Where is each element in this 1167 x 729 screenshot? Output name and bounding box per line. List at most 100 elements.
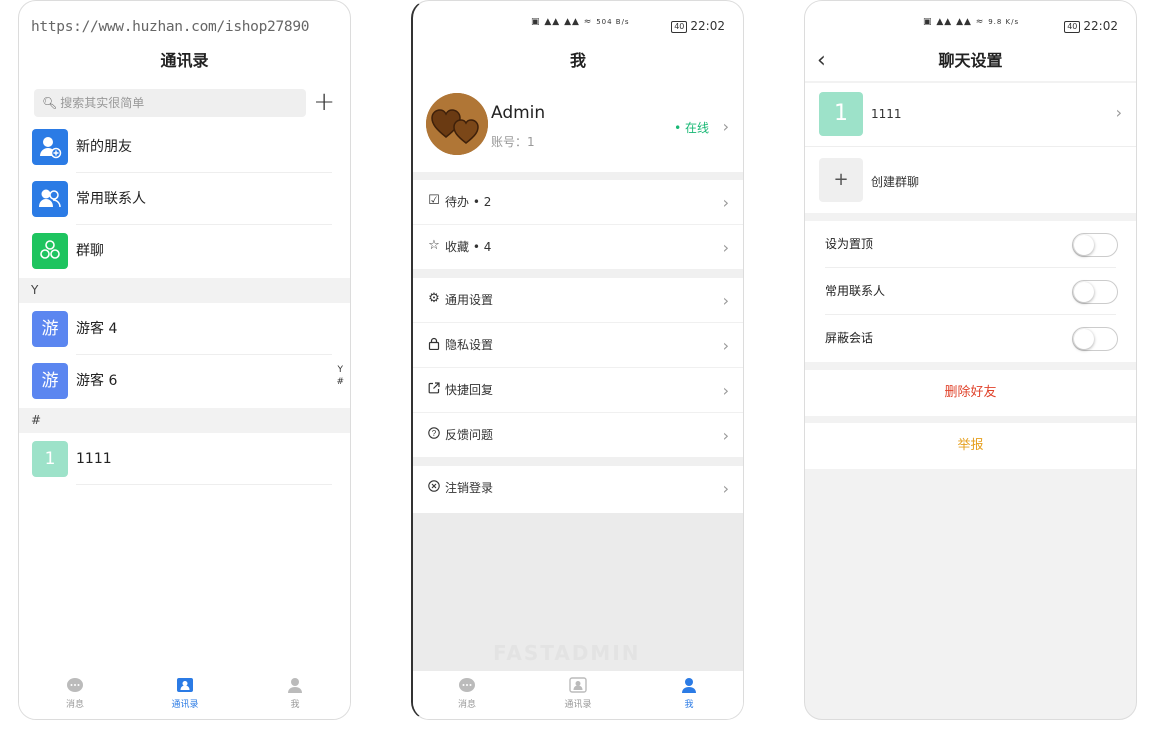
avatar xyxy=(426,93,488,155)
page-title: 通讯录 xyxy=(160,51,209,70)
svg-text:?: ? xyxy=(432,429,437,438)
user-add-icon xyxy=(32,129,68,165)
switch-row-pin: 设为置顶 xyxy=(805,221,1136,268)
status-bar: ▣ ▲▲ ▲▲ ≈ 9.8 K/s 40 22:02 xyxy=(805,1,1136,47)
lock-icon xyxy=(427,337,441,351)
contact-item-guest6[interactable]: 游 游客 6 xyxy=(19,355,350,407)
tab-label: 消息 xyxy=(65,700,84,710)
chevron-right-icon: › xyxy=(722,479,729,498)
switch-row-block: 屏蔽会话 xyxy=(805,315,1136,362)
search-input[interactable]: 🔍︎ 搜索其实很简单 xyxy=(34,89,306,117)
net-speed: 504 B/s xyxy=(596,18,630,26)
signal-icon: ▣ ▲▲ ▲▲ ≈ 9.8 K/s xyxy=(923,17,1020,27)
index-letter[interactable]: # xyxy=(336,376,344,388)
group-icon xyxy=(32,233,68,269)
star-icon: ☆ xyxy=(428,238,440,253)
plus-icon[interactable]: + xyxy=(313,87,335,117)
contact-item-guest4[interactable]: 游 游客 4 xyxy=(19,303,350,355)
page-title: 聊天设置 xyxy=(938,51,1003,70)
signal-icon: ▣ ▲▲ ▲▲ ≈ 504 B/s xyxy=(531,17,630,27)
contact-name: 游客 6 xyxy=(76,373,118,389)
status-bar: ▣ ▲▲ ▲▲ ≈ 504 B/s 40 22:02 xyxy=(413,1,743,47)
menu-label: 反馈问题 xyxy=(445,428,494,442)
menu-item-privacy-settings[interactable]: 隐私设置 › xyxy=(413,323,743,368)
create-group-label: 创建群聊 xyxy=(871,175,920,189)
member-section: 1 1111 › + 创建群聊 xyxy=(805,83,1136,213)
chevron-right-icon: › xyxy=(722,291,729,310)
chevron-right-icon: › xyxy=(722,426,729,445)
search-icon: 🔍︎ xyxy=(42,96,58,110)
tab-messages[interactable]: 消息 xyxy=(35,677,115,710)
switch-label: 设为置顶 xyxy=(825,237,874,251)
me-screen: ▣ ▲▲ ▲▲ ≈ 504 B/s 40 22:02 我 Admin 账号：1 •… xyxy=(411,0,744,720)
chat-icon xyxy=(459,678,475,692)
tab-contacts[interactable]: 通讯录 xyxy=(538,677,618,710)
checkbox-icon: ☑ xyxy=(428,193,440,208)
contact-item-1111[interactable]: 1 1111 xyxy=(19,433,350,485)
delete-friend-button[interactable]: 删除好友 xyxy=(805,370,1136,416)
switch-label: 常用联系人 xyxy=(825,284,886,298)
question-icon: ? xyxy=(427,427,441,441)
menu-label: 收藏 • 4 xyxy=(445,240,492,254)
status-time: 22:02 xyxy=(1083,19,1118,33)
back-arrow-icon[interactable]: ‹ xyxy=(817,47,826,75)
block-chat-toggle[interactable] xyxy=(1072,327,1118,351)
menu-label: 通用设置 xyxy=(445,293,494,307)
avatar: 游 xyxy=(32,363,68,399)
section-header: # xyxy=(19,408,350,433)
share-icon xyxy=(427,382,441,396)
plus-icon: + xyxy=(819,158,863,202)
tab-label: 我 xyxy=(684,700,694,710)
tab-me[interactable]: 我 xyxy=(255,677,335,710)
tab-label: 通讯录 xyxy=(171,700,199,710)
frequent-contact-toggle[interactable] xyxy=(1072,280,1118,304)
pin-toggle[interactable] xyxy=(1072,233,1118,257)
url-watermark: https://www.huzhan.com/ishop27890 xyxy=(31,19,310,35)
member-row[interactable]: 1 1111 › xyxy=(805,83,1136,147)
chevron-right-icon: › xyxy=(722,193,729,212)
contact-name: 新的朋友 xyxy=(76,139,132,155)
battery-icon: 40 xyxy=(671,21,688,33)
gear-icon: ⚙ xyxy=(428,291,440,306)
chevron-right-icon: › xyxy=(1115,103,1122,122)
profile-card[interactable]: Admin 账号：1 • 在线 › xyxy=(413,85,743,171)
index-letter[interactable]: Y xyxy=(336,364,344,376)
contacts-screen: https://www.huzhan.com/ishop27890 通讯录 🔍︎… xyxy=(18,0,351,720)
avatar: 1 xyxy=(32,441,68,477)
menu-label: 待办 • 2 xyxy=(445,195,492,209)
battery-icon: 40 xyxy=(1064,21,1081,33)
menu-label: 隐私设置 xyxy=(445,338,494,352)
menu-item-todo[interactable]: ☑ 待办 • 2 › xyxy=(413,180,743,225)
switch-row-frequent: 常用联系人 xyxy=(805,268,1136,315)
menu-item-feedback[interactable]: ? 反馈问题 › xyxy=(413,413,743,458)
report-button[interactable]: 举报 xyxy=(805,423,1136,469)
profile-name: Admin xyxy=(491,103,546,123)
contact-item-new-friends[interactable]: 新的朋友 xyxy=(19,121,350,173)
chevron-right-icon: › xyxy=(722,117,729,136)
section-header: Y xyxy=(19,278,350,303)
contact-item-group-chat[interactable]: 群聊 xyxy=(19,225,350,277)
contacts-icon xyxy=(32,181,68,217)
menu-item-quick-reply[interactable]: 快捷回复 › xyxy=(413,368,743,413)
profile-account: 账号：1 xyxy=(491,135,535,149)
chevron-right-icon: › xyxy=(722,381,729,400)
contact-item-frequent[interactable]: 常用联系人 xyxy=(19,173,350,225)
status-badge: • 在线 xyxy=(674,121,709,135)
contacts-book-icon xyxy=(177,678,193,692)
menu-item-favorites[interactable]: ☆ 收藏 • 4 › xyxy=(413,225,743,270)
tab-label: 消息 xyxy=(457,700,476,710)
page-title: 我 xyxy=(569,51,586,70)
contact-name: 1111 xyxy=(76,451,112,467)
person-icon xyxy=(288,678,302,693)
tab-messages[interactable]: 消息 xyxy=(427,677,507,710)
alphabet-index[interactable]: Y # xyxy=(336,364,344,388)
menu-item-general-settings[interactable]: ⚙ 通用设置 › xyxy=(413,278,743,323)
tab-me[interactable]: 我 xyxy=(649,677,729,710)
avatar: 1 xyxy=(819,92,863,136)
chevron-right-icon: › xyxy=(722,238,729,257)
tab-bar: 消息 通讯录 我 xyxy=(413,671,743,719)
tab-contacts[interactable]: 通讯录 xyxy=(145,677,225,710)
create-group-button[interactable]: + 创建群聊 xyxy=(805,147,1136,213)
status-time: 22:02 xyxy=(690,19,725,33)
menu-item-logout[interactable]: 注销登录 › xyxy=(413,466,743,511)
